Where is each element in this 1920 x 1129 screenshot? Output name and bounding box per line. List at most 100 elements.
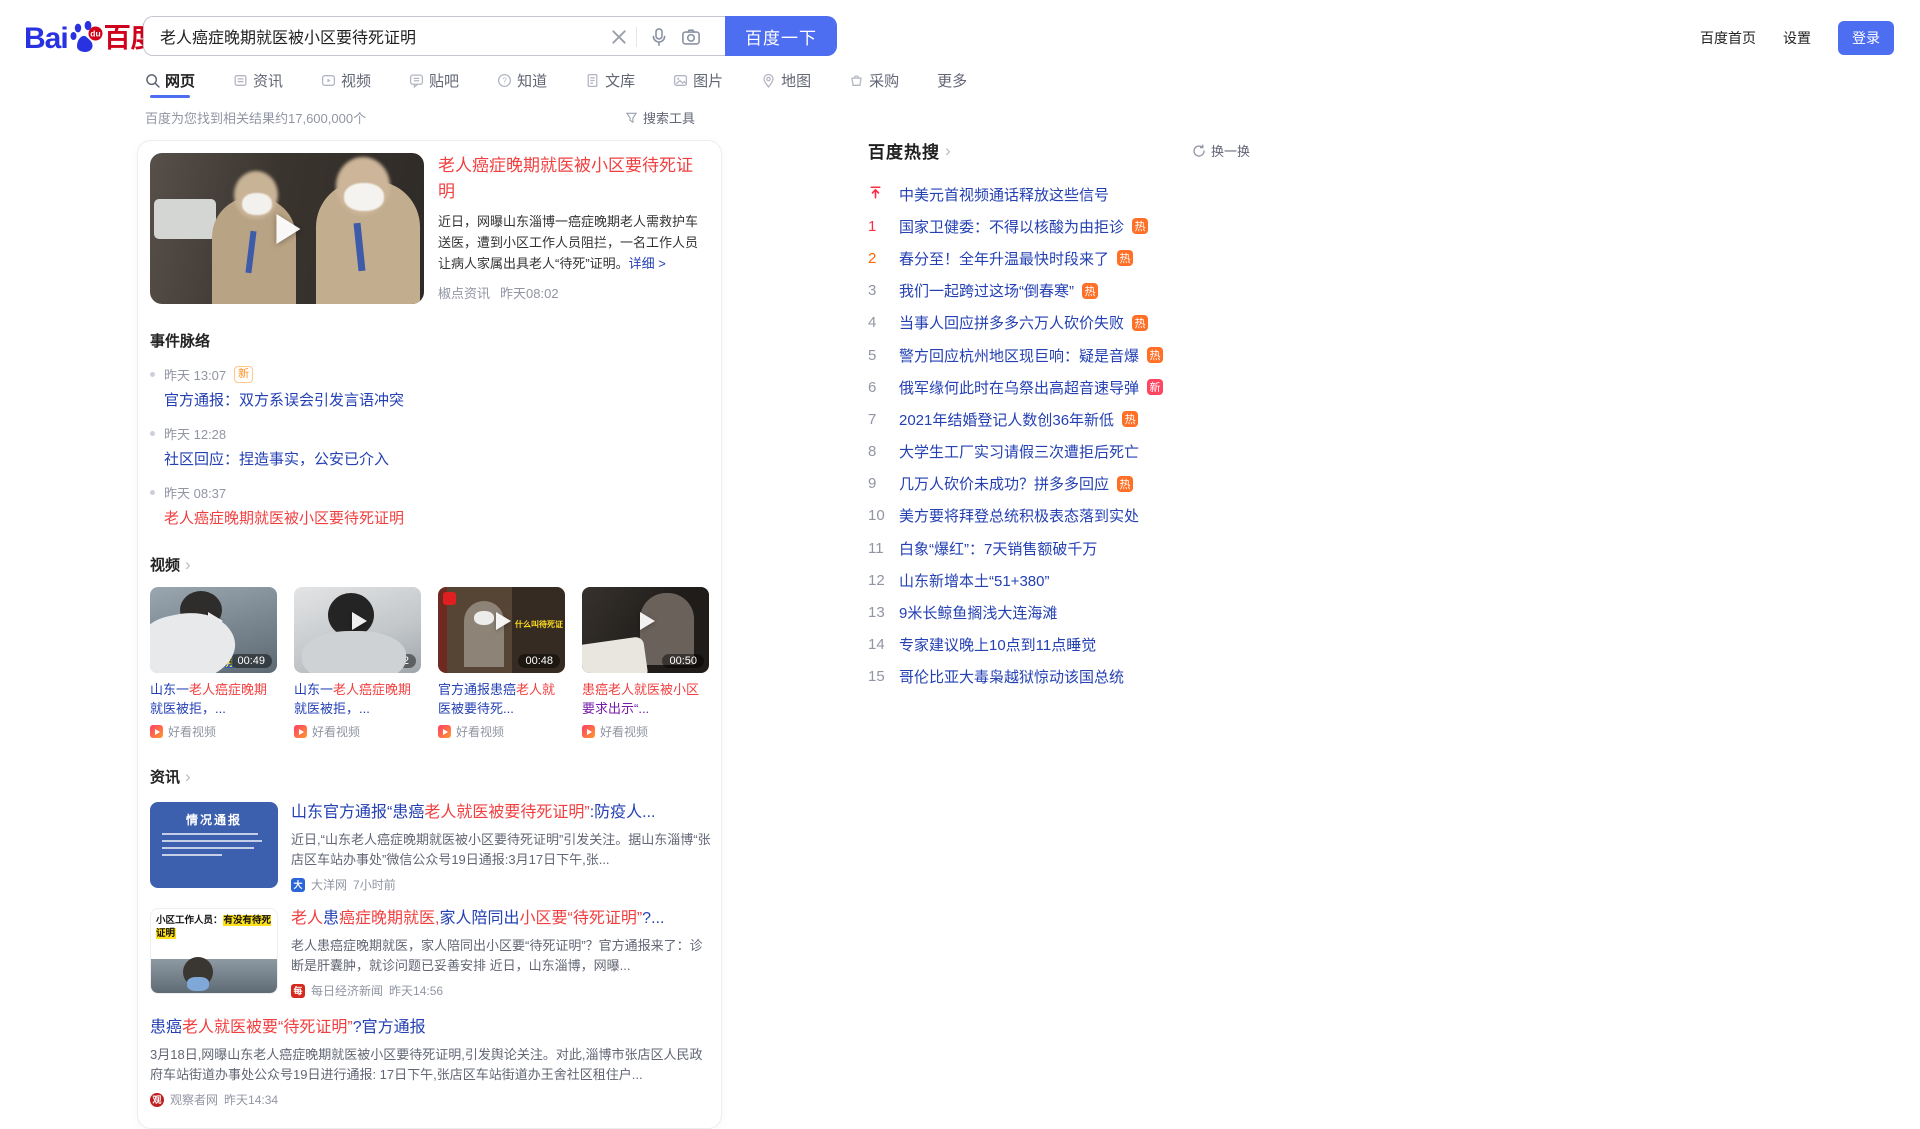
clear-icon[interactable] — [609, 27, 629, 47]
video-title[interactable]: 官方通报患癌老人就医被要待死... — [438, 680, 565, 718]
search-tools-button[interactable]: 搜索工具 — [625, 108, 695, 127]
news-item[interactable]: 小区工作人员：有没有待死证明老人患癌症晚期就医,家人陪同出小区要“待死证明”?.… — [150, 908, 709, 999]
search-box[interactable] — [143, 16, 725, 56]
source-name[interactable]: 好看视频 — [168, 723, 216, 740]
video-card[interactable]: 00:32 山东一老人癌症晚期就医被拒，... 好看视频 — [294, 587, 421, 740]
timeline-item[interactable]: 昨天 08:37老人癌症晚期就医被小区要待死证明 — [150, 483, 709, 528]
hot-search-link[interactable]: 我们一起跨过这场“倒春寒” — [899, 280, 1074, 301]
source-name[interactable]: 椒点资讯 — [438, 283, 490, 302]
timeline-dot-icon — [150, 431, 155, 436]
video-title[interactable]: 患癌老人就医被小区要求出示“... — [582, 680, 709, 718]
link-settings[interactable]: 设置 — [1783, 28, 1811, 48]
source-name[interactable]: 大洋网 — [311, 876, 347, 893]
hot-search-item[interactable]: 14专家建议晚上10点到11点睡觉 — [868, 629, 1250, 661]
news-title[interactable]: 老人患癌症晚期就医,家人陪同出小区要“待死证明”?... — [291, 908, 711, 930]
hot-search-link[interactable]: 俄军缘何此时在乌祭出高超音速导弹 — [899, 377, 1139, 398]
hot-search-item[interactable]: 11白象“爆红”：7天销售额破千万 — [868, 532, 1250, 564]
video-card[interactable]: 老人癌症晚期就医被小区要待死证明00:49 山东一老人癌症晚期就医被拒，... 好看… — [150, 587, 277, 740]
hot-search-item[interactable]: 1国家卫健委：不得以核酸为由拒诊热 — [868, 210, 1250, 242]
hot-search-item[interactable]: 4当事人回应拼多多六万人砍价失败热 — [868, 307, 1250, 339]
hot-search-link[interactable]: 中美元首视频通话释放这些信号 — [899, 184, 1109, 205]
source-name[interactable]: 好看视频 — [600, 723, 648, 740]
camera-icon[interactable] — [681, 27, 701, 47]
chevron-right-icon[interactable]: › — [185, 556, 191, 573]
video-thumbnail[interactable]: 00:50 — [582, 587, 709, 673]
hot-search-item[interactable]: 10美方要将拜登总统积极表态落到实处 — [868, 500, 1250, 532]
login-button[interactable]: 登录 — [1838, 21, 1894, 55]
hot-search-item[interactable]: 2春分至！全年升温最快时段来了热 — [868, 242, 1250, 274]
hot-search-item[interactable]: 72021年结婚登记人数创36年新低热 — [868, 403, 1250, 435]
hot-search-item[interactable]: 9几万人砍价未成功？拼多多回应热 — [868, 468, 1250, 500]
microphone-icon[interactable] — [649, 27, 669, 47]
detail-link[interactable]: 详细 > — [629, 256, 666, 271]
timeline-link[interactable]: 社区回应：捏造事实，公安已介入 — [164, 448, 709, 469]
video-card[interactable]: 00:50 患癌老人就医被小区要求出示“... 好看视频 — [582, 587, 709, 740]
video-card[interactable]: 什么叫待死证00:48 官方通报患癌老人就医被要待死... 好看视频 — [438, 587, 565, 740]
video-title[interactable]: 山东一老人癌症晚期就医被拒，... — [294, 680, 421, 718]
hot-search-link[interactable]: 当事人回应拼多多六万人砍价失败 — [899, 312, 1124, 333]
video-thumbnail[interactable]: 00:32 — [294, 587, 421, 673]
hot-search-item[interactable]: 5警方回应杭州地区现巨响：疑是音爆热 — [868, 339, 1250, 371]
news-title[interactable]: 患癌老人就医被要“待死证明”?官方通报 — [150, 1017, 709, 1039]
tab-webpage[interactable]: 网页 — [145, 70, 195, 91]
hot-search-title[interactable]: 百度热搜 — [868, 138, 940, 163]
hot-search-link[interactable]: 警方回应杭州地区现巨响：疑是音爆 — [899, 345, 1139, 366]
thumb-caption: 情况通报 — [150, 811, 278, 828]
source-name[interactable]: 观察者网 — [170, 1091, 218, 1108]
baidu-logo[interactable]: Bai du 百度 — [24, 16, 158, 56]
hot-search-link[interactable]: 美方要将拜登总统积极表态落到实处 — [899, 505, 1139, 526]
hot-badge: 热 — [1117, 250, 1133, 266]
hot-search-link[interactable]: 春分至！全年升温最快时段来了 — [899, 248, 1109, 269]
timeline-link[interactable]: 官方通报：双方系误会引发言语冲突 — [164, 389, 709, 410]
tab-zhidao[interactable]: ?知道 — [497, 70, 547, 91]
chevron-right-icon[interactable]: › — [185, 768, 191, 785]
hot-search-link[interactable]: 大学生工厂实习请假三次遭拒后死亡 — [899, 441, 1139, 462]
video-thumbnail[interactable]: 什么叫待死证00:48 — [438, 587, 565, 673]
news-thumbnail[interactable]: 情况通报 — [150, 802, 278, 888]
hot-search-item[interactable]: 8大学生工厂实习请假三次遭拒后死亡 — [868, 436, 1250, 468]
tab-image[interactable]: 图片 — [673, 70, 723, 91]
tab-wenku[interactable]: 文库 — [585, 70, 635, 91]
publish-time: 昨天14:56 — [389, 982, 443, 999]
source-name[interactable]: 每日经济新闻 — [311, 982, 383, 999]
hot-search-item[interactable]: 15哥伦比亚大毒枭越狱惊动该国总统 — [868, 661, 1250, 693]
tab-news[interactable]: 资讯 — [233, 70, 283, 91]
tab-more[interactable]: 更多 — [937, 70, 967, 91]
hot-search-link[interactable]: 国家卫健委：不得以核酸为由拒诊 — [899, 216, 1124, 237]
source-name[interactable]: 好看视频 — [456, 723, 504, 740]
video-thumbnail[interactable] — [150, 153, 424, 304]
tab-video[interactable]: 视频 — [321, 70, 371, 91]
timeline-link[interactable]: 老人癌症晚期就医被小区要待死证明 — [164, 507, 709, 528]
hot-search-link[interactable]: 山东新增本土“51+380” — [899, 570, 1049, 591]
refresh-button[interactable]: 换一换 — [1192, 141, 1250, 160]
hot-search-link[interactable]: 2021年结婚登记人数创36年新低 — [899, 409, 1114, 430]
chevron-right-icon[interactable]: › — [945, 142, 951, 159]
hot-search-link[interactable]: 专家建议晚上10点到11点睡觉 — [899, 634, 1096, 655]
hot-search-item[interactable]: 中美元首视频通话释放这些信号 — [868, 178, 1250, 210]
hot-search-link[interactable]: 白象“爆红”：7天销售额破千万 — [899, 538, 1097, 559]
hot-search-item[interactable]: 6俄军缘何此时在乌祭出高超音速导弹新 — [868, 371, 1250, 403]
link-baidu-home[interactable]: 百度首页 — [1700, 28, 1756, 48]
tab-map[interactable]: 地图 — [761, 70, 811, 91]
search-button[interactable]: 百度一下 — [725, 16, 837, 56]
news-thumbnail[interactable]: 小区工作人员：有没有待死证明 — [150, 908, 278, 994]
video-thumbnail[interactable]: 老人癌症晚期就医被小区要待死证明00:49 — [150, 587, 277, 673]
news-item[interactable]: 情况通报山东官方通报“患癌老人就医被要待死证明”:防疫人...近日,“山东老人癌… — [150, 802, 709, 893]
timeline-item[interactable]: 昨天 12:28社区回应：捏造事实，公安已介入 — [150, 424, 709, 469]
hot-search-item[interactable]: 139米长鲸鱼搁浅大连海滩 — [868, 596, 1250, 628]
hot-search-link[interactable]: 9米长鲸鱼搁浅大连海滩 — [899, 602, 1057, 623]
hot-search-link[interactable]: 哥伦比亚大毒枭越狱惊动该国总统 — [899, 666, 1124, 687]
hot-search-item[interactable]: 12山东新增本土“51+380” — [868, 564, 1250, 596]
tab-caigou[interactable]: 采购 — [849, 70, 899, 91]
result-title[interactable]: 老人癌症晚期就医被小区要待死证明 — [438, 153, 709, 205]
timeline-item[interactable]: 昨天 13:07新官方通报：双方系误会引发言语冲突 — [150, 365, 709, 410]
news-item[interactable]: 患癌老人就医被要“待死证明”?官方通报3月18日,网曝山东老人癌症晚期就医被小区… — [150, 1017, 709, 1108]
hot-search-item[interactable]: 3我们一起跨过这场“倒春寒”热 — [868, 275, 1250, 307]
news-title[interactable]: 山东官方通报“患癌老人就医被要待死证明”:防疫人... — [291, 802, 711, 824]
app-logo-icon — [443, 592, 456, 605]
hot-search-link[interactable]: 几万人砍价未成功？拼多多回应 — [899, 473, 1109, 494]
source-name[interactable]: 好看视频 — [312, 723, 360, 740]
video-title[interactable]: 山东一老人癌症晚期就医被拒，... — [150, 680, 277, 718]
search-input[interactable] — [144, 17, 725, 55]
tab-tieba[interactable]: 贴吧 — [409, 70, 459, 91]
